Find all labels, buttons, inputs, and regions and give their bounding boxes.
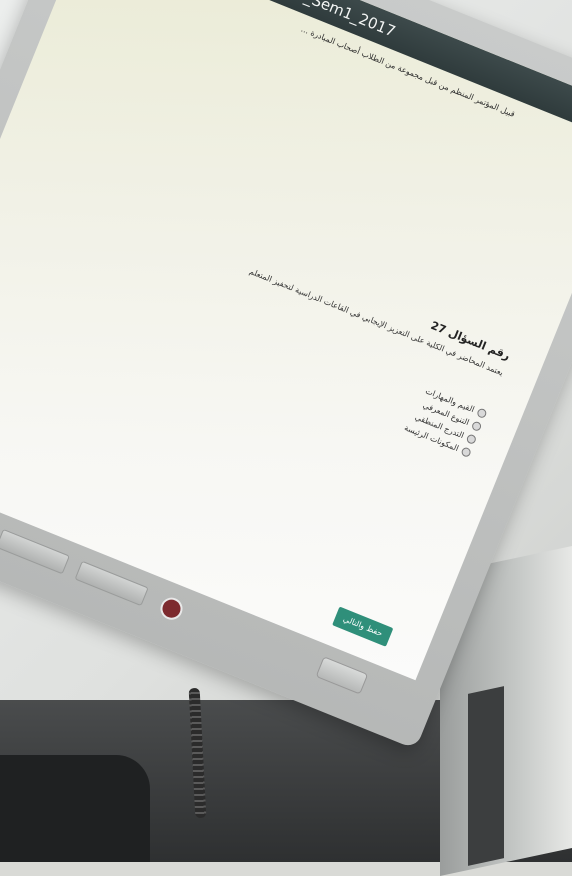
- radio-icon[interactable]: [465, 432, 478, 445]
- radio-icon[interactable]: [460, 445, 473, 458]
- radio-icon[interactable]: [476, 406, 488, 419]
- save-next-button[interactable]: حفظ والتالي: [332, 606, 394, 647]
- power-button[interactable]: [315, 656, 369, 695]
- radio-icon[interactable]: [470, 419, 483, 432]
- stand-slot: [468, 686, 504, 866]
- monitor-logo-icon: [157, 594, 186, 624]
- desk-object: [0, 755, 150, 862]
- answer-options: القيم والمهارات التنوع المعرفي التدرج ال…: [338, 356, 489, 460]
